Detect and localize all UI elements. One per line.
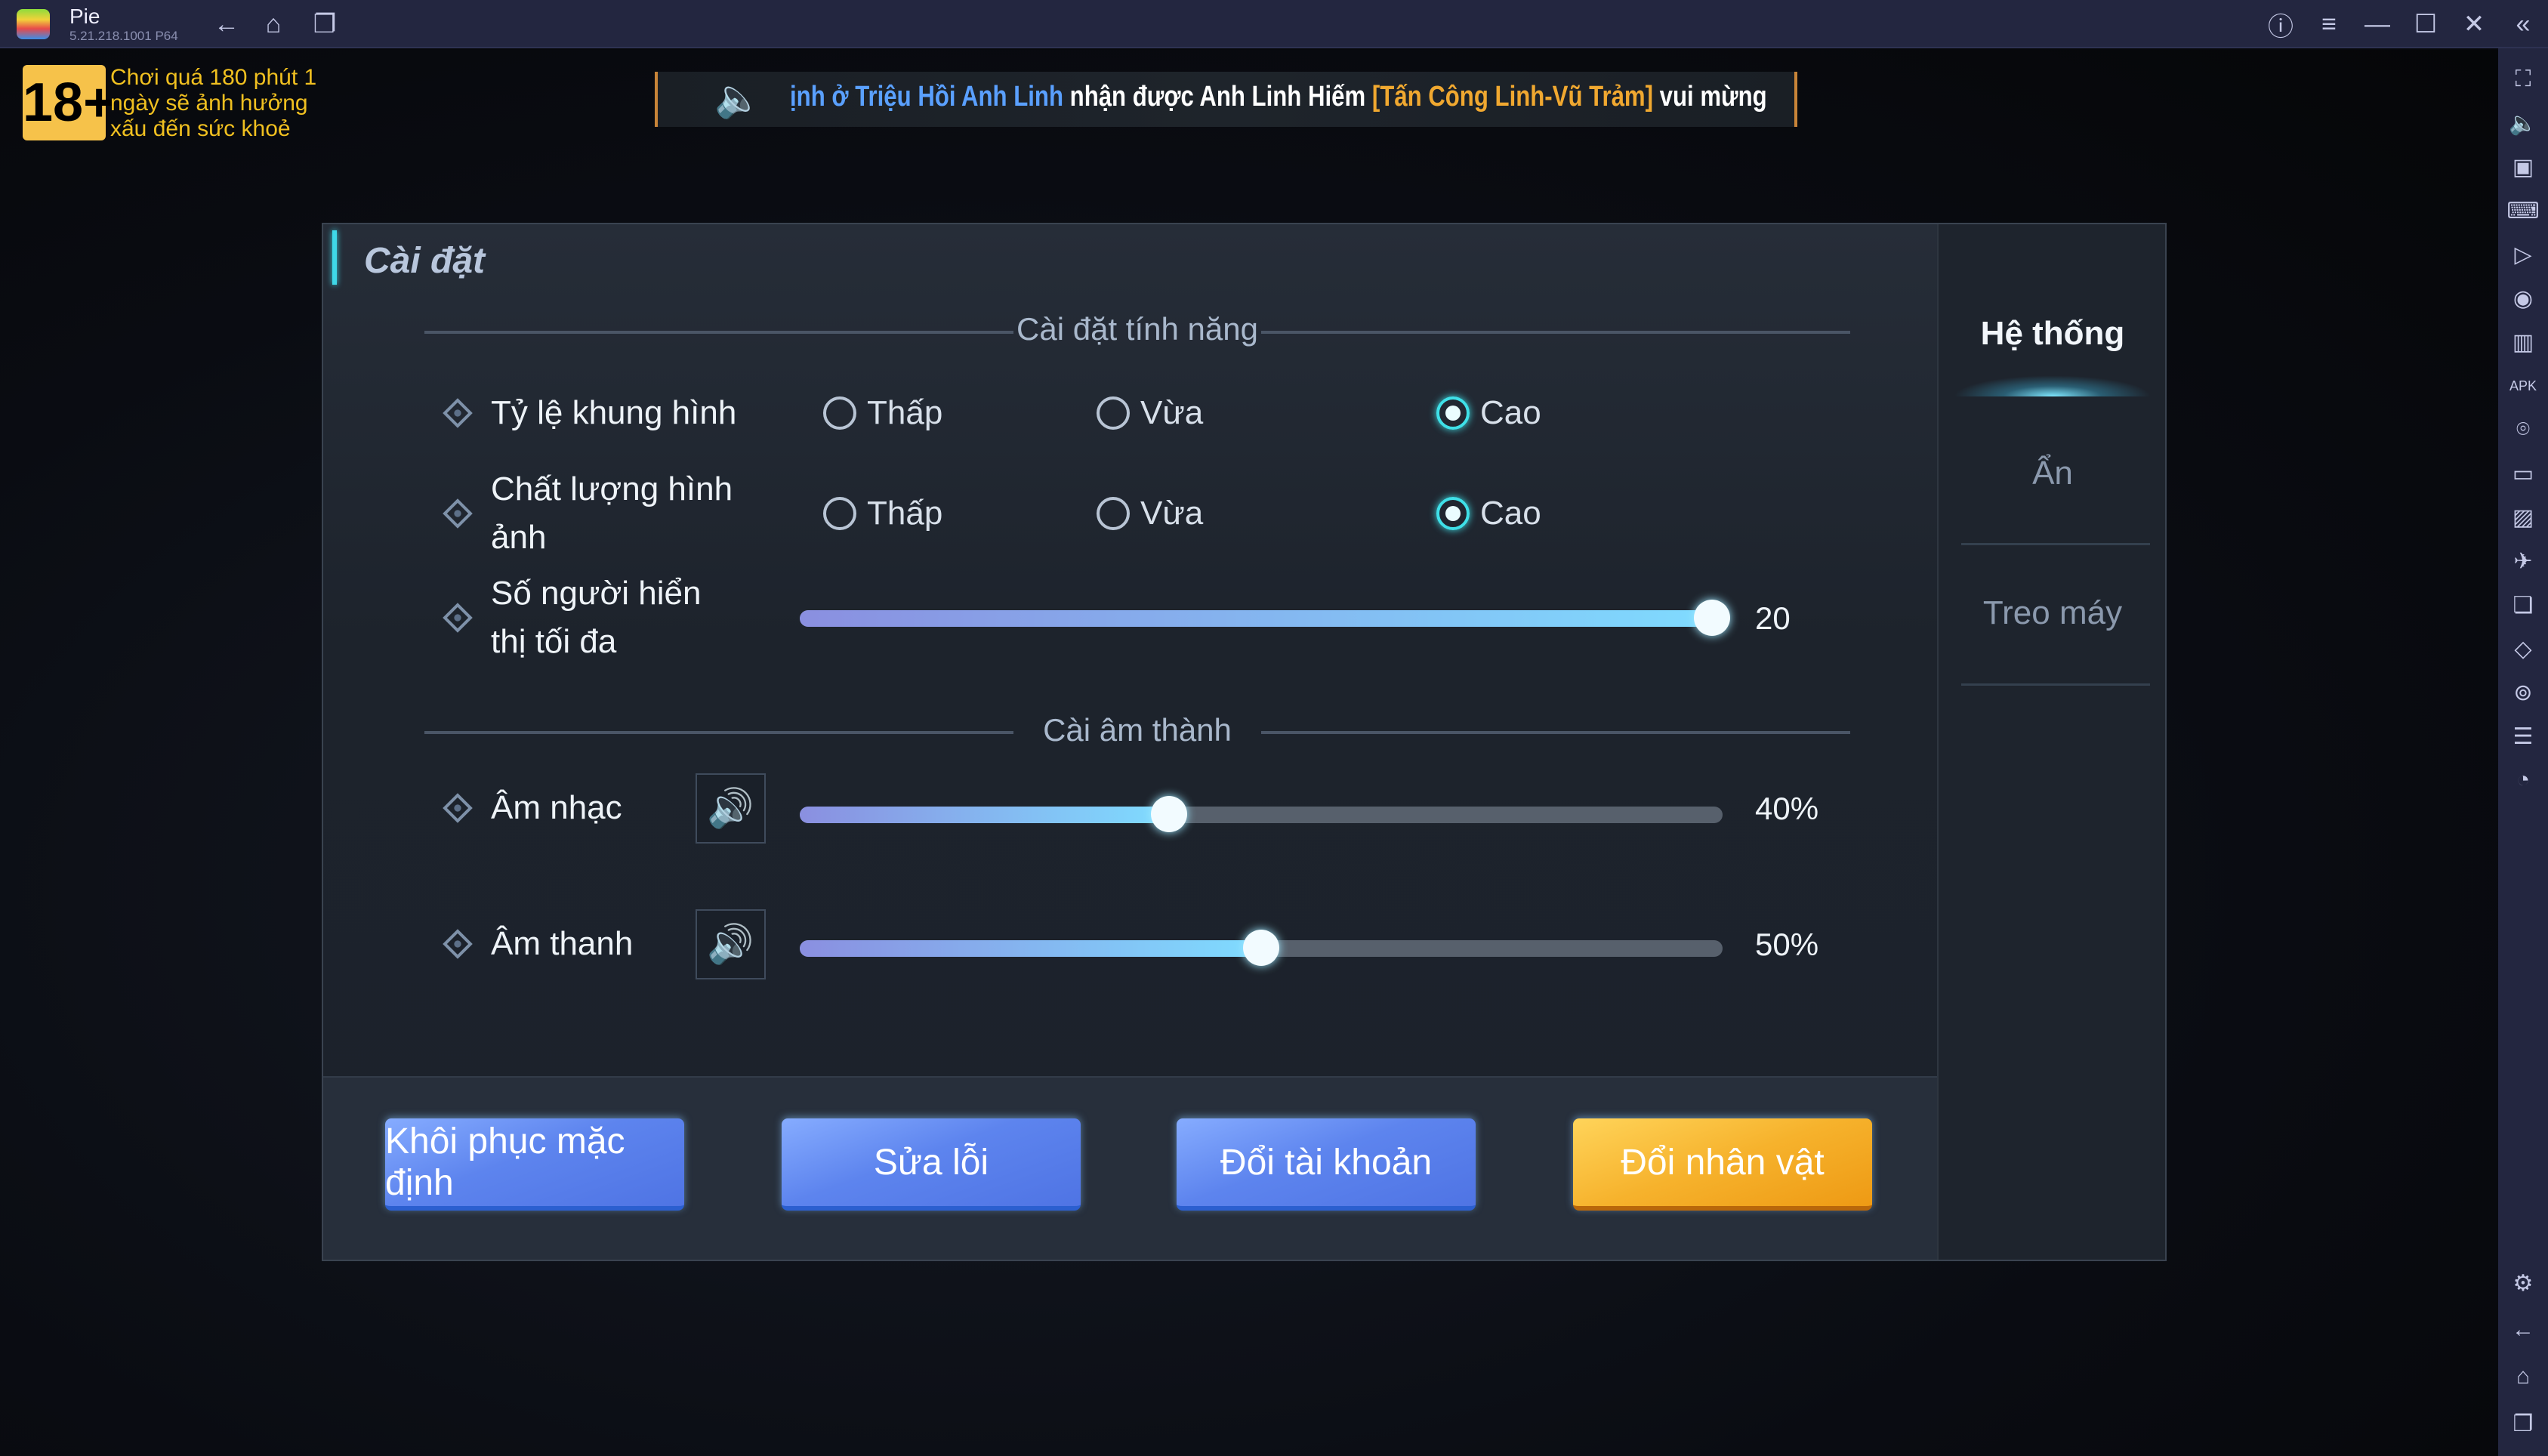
image-quality-low-label: Thấp: [867, 495, 943, 532]
sound-section-title: Cài âm thành: [1043, 712, 1232, 748]
dialog-title: Cài đặt: [364, 241, 486, 281]
tab-divider: [1961, 683, 2150, 686]
tab-idle[interactable]: Treo máy: [1939, 594, 2167, 632]
airplane-mode-icon[interactable]: ✈: [2498, 542, 2548, 580]
frame-rate-low-radio[interactable]: [823, 396, 856, 430]
frame-rate-medium-label: Vừa: [1140, 394, 1204, 431]
age-warning-line: xấu đến sức khoẻ: [110, 116, 291, 141]
announcement-text: Triệu Hồi Anh Linh: [855, 81, 1064, 113]
image-quality-high-radio[interactable]: [1436, 497, 1470, 530]
help-icon[interactable]: ⓘ: [2258, 6, 2303, 42]
announcement-text: [Tấn Công Linh-Vũ Trảm]: [1371, 81, 1654, 113]
media-folder-icon[interactable]: ▨: [2498, 498, 2548, 536]
tab-divider: [1961, 543, 2150, 545]
title-accent: [332, 230, 337, 285]
music-volume-value: 40%: [1755, 791, 1819, 826]
recent-apps-icon[interactable]: ❐: [302, 6, 347, 42]
macro-record-icon[interactable]: ▷: [2498, 236, 2548, 273]
emulator-titlebar: Pie 5.21.218.1001 P64 ← ⌂ ❐ ⓘ ≡ — ☐ ✕ «: [0, 0, 2548, 48]
image-quality-label: Chất lượng hình ảnh: [491, 470, 733, 556]
android-home-icon[interactable]: ⌂: [2498, 1358, 2548, 1396]
back-icon[interactable]: ←: [204, 6, 249, 42]
announcement-text: ịnh ở: [790, 81, 856, 113]
max-players-value: 20: [1755, 600, 1791, 636]
rotate-icon[interactable]: ◇: [2498, 630, 2548, 668]
section-divider: [1261, 331, 1850, 334]
volume-icon[interactable]: 🔈: [2498, 104, 2548, 142]
section-divider: [424, 731, 1013, 734]
active-tab-glow: [1954, 375, 2152, 396]
announcement-text: nhận được Anh Linh Hiếm: [1063, 81, 1372, 113]
age-badge: 18+: [23, 65, 115, 140]
menu-icon[interactable]: ≡: [2306, 6, 2352, 42]
speaker-icon: 🔊: [707, 787, 754, 829]
android-back-icon[interactable]: ←: [2498, 1311, 2548, 1349]
slider-knob[interactable]: [1694, 600, 1730, 636]
max-players-label: Số người hiển thị tối đa: [491, 575, 702, 660]
slider-knob[interactable]: [1150, 796, 1187, 832]
sound-label: Âm thanh: [491, 925, 634, 962]
age-warning-line: Chơi quá 180 phút 1: [110, 65, 317, 90]
sound-mute-button[interactable]: 🔊: [696, 909, 766, 979]
max-players-slider[interactable]: [800, 600, 1730, 636]
switch-account-button[interactable]: Đổi tài khoản: [1177, 1118, 1476, 1211]
restore-defaults-button[interactable]: Khôi phục mặc định: [385, 1118, 684, 1211]
age-warning-line: ngày sẽ ảnh hưởng: [110, 91, 308, 116]
section-divider: [424, 331, 1013, 334]
pointer-icon[interactable]: ▣: [2498, 148, 2548, 186]
performance-icon[interactable]: ▥: [2498, 323, 2548, 361]
music-volume-slider[interactable]: [800, 796, 1723, 832]
fullscreen-icon[interactable]: ⛶: [2498, 60, 2548, 98]
sound-volume-slider[interactable]: [800, 930, 1723, 966]
minimize-icon[interactable]: —: [2355, 6, 2400, 42]
image-quality-high-label: Cao: [1480, 495, 1541, 532]
settings-icon[interactable]: ⚙: [2498, 1264, 2548, 1302]
layers-icon[interactable]: ☰: [2498, 717, 2548, 755]
screenshot-icon[interactable]: ⌾: [2498, 411, 2548, 449]
fix-errors-button[interactable]: Sửa lỗi: [782, 1118, 1081, 1211]
home-icon[interactable]: ⌂: [251, 6, 296, 42]
app-name: Pie: [69, 5, 100, 28]
speaker-icon: 🔊: [707, 923, 754, 965]
collapse-sidebar-icon[interactable]: «: [2500, 6, 2546, 42]
image-quality-low-radio[interactable]: [823, 497, 856, 530]
announcement-text: vui mừng không ngớt!: [1659, 81, 1772, 113]
music-label: Âm nhạc: [491, 789, 622, 826]
emulator-sidebar: ⛶ 🔈 ▣ ⌨ ▷ ◉ ▥ APK ⌾ ▭ ▨ ✈ ❏ ◇ ⊚ ☰ ◔ ⚙ ← …: [2498, 48, 2548, 1456]
location-icon[interactable]: ⊚: [2498, 674, 2548, 711]
app-version: 5.21.218.1001 P64: [69, 29, 178, 43]
maximize-icon[interactable]: ☐: [2403, 6, 2448, 42]
slider-fill: [800, 610, 1723, 627]
slider-fill: [800, 940, 1261, 957]
feature-section-title: Cài đặt tính năng: [1016, 311, 1258, 347]
slider-fill: [800, 807, 1169, 823]
speaker-icon: 🔈: [714, 77, 762, 119]
announcement-banner: 🔈 ịnh ở Triệu Hồi Anh Linh nhận được Anh…: [655, 72, 1797, 127]
screen-record-icon[interactable]: ▭: [2498, 455, 2548, 492]
music-mute-button[interactable]: 🔊: [696, 773, 766, 844]
image-quality-medium-label: Vừa: [1140, 495, 1204, 532]
sync-icon[interactable]: ◉: [2498, 279, 2548, 317]
frame-rate-low-label: Thấp: [867, 394, 943, 431]
close-window-icon[interactable]: ✕: [2451, 6, 2497, 42]
settings-tabs: Hệ thống Ẩn Treo máy: [1937, 224, 2165, 1260]
eco-mode-icon[interactable]: ◔: [2498, 761, 2548, 799]
frame-rate-high-radio[interactable]: [1436, 396, 1470, 430]
frame-rate-label: Tỷ lệ khung hình: [491, 394, 737, 431]
slider-knob[interactable]: [1243, 930, 1279, 966]
switch-character-button[interactable]: Đổi nhân vật: [1573, 1118, 1872, 1211]
android-recent-icon[interactable]: ❐: [2498, 1405, 2548, 1442]
frame-rate-high-label: Cao: [1480, 394, 1541, 431]
frame-rate-medium-radio[interactable]: [1097, 396, 1130, 430]
app-logo: [17, 9, 50, 39]
section-divider: [1261, 731, 1850, 734]
sound-volume-value: 50%: [1755, 927, 1819, 962]
multi-instance-icon[interactable]: ❏: [2498, 586, 2548, 624]
tab-hide[interactable]: Ẩn: [1939, 455, 2167, 492]
keyboard-icon[interactable]: ⌨: [2498, 192, 2548, 230]
apk-install-icon[interactable]: APK: [2498, 367, 2548, 405]
image-quality-medium-radio[interactable]: [1097, 497, 1130, 530]
tab-system[interactable]: Hệ thống: [1939, 315, 2167, 353]
